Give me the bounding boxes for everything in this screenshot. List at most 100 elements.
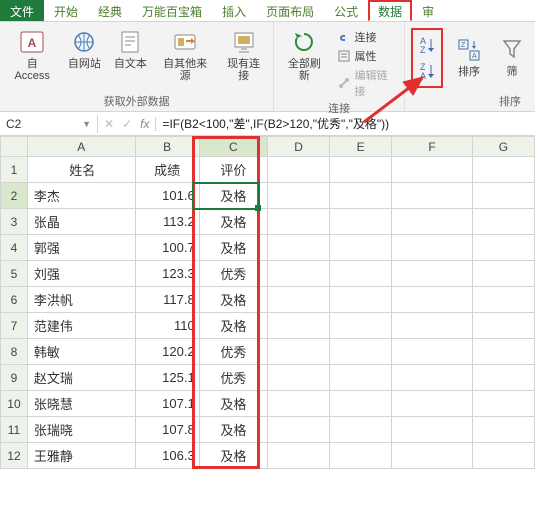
tab-layout[interactable]: 页面布局: [256, 0, 324, 21]
chevron-down-icon[interactable]: ▼: [82, 119, 91, 129]
cell[interactable]: [392, 287, 473, 313]
cell[interactable]: [472, 417, 534, 443]
cell[interactable]: [392, 235, 473, 261]
cell[interactable]: [472, 261, 534, 287]
cell[interactable]: 优秀: [199, 339, 267, 365]
refresh-all-button[interactable]: 全部刷新: [280, 26, 328, 84]
cell[interactable]: 张晶: [27, 209, 135, 235]
cell[interactable]: [267, 287, 329, 313]
cell[interactable]: [392, 443, 473, 469]
cell[interactable]: [472, 391, 534, 417]
cell[interactable]: [267, 313, 329, 339]
cell[interactable]: [267, 157, 329, 183]
cell[interactable]: 113.2: [135, 209, 199, 235]
from-other-button[interactable]: 自其他来源: [156, 26, 214, 84]
cell[interactable]: 王雅静: [27, 443, 135, 469]
row-header[interactable]: 7: [1, 313, 28, 339]
cell[interactable]: 125.1: [135, 365, 199, 391]
filter-button[interactable]: 筛: [495, 34, 529, 80]
cell[interactable]: [330, 391, 392, 417]
cell[interactable]: 及格: [199, 443, 267, 469]
cell[interactable]: 赵文瑞: [27, 365, 135, 391]
cell[interactable]: [472, 235, 534, 261]
cell[interactable]: [392, 183, 473, 209]
cell[interactable]: [392, 391, 473, 417]
cell[interactable]: [330, 235, 392, 261]
row-header[interactable]: 1: [1, 157, 28, 183]
col-header-A[interactable]: A: [27, 137, 135, 157]
select-all-corner[interactable]: [1, 137, 28, 157]
cell[interactable]: [472, 287, 534, 313]
cell[interactable]: [392, 157, 473, 183]
cell[interactable]: 及格: [199, 287, 267, 313]
cell[interactable]: 107.1: [135, 391, 199, 417]
cell[interactable]: [267, 391, 329, 417]
row-header[interactable]: 3: [1, 209, 28, 235]
edit-links-button[interactable]: 编辑链接: [335, 66, 398, 100]
row-header[interactable]: 5: [1, 261, 28, 287]
cell[interactable]: [267, 417, 329, 443]
col-header-D[interactable]: D: [267, 137, 329, 157]
cell[interactable]: 韩敏: [27, 339, 135, 365]
name-box[interactable]: C2 ▼: [0, 115, 98, 133]
properties-button[interactable]: 属性: [335, 47, 398, 65]
row-header[interactable]: 10: [1, 391, 28, 417]
cell[interactable]: [472, 365, 534, 391]
cell[interactable]: [267, 235, 329, 261]
cell[interactable]: 123.3: [135, 261, 199, 287]
cell[interactable]: [472, 313, 534, 339]
cell[interactable]: 姓名: [27, 157, 135, 183]
cell[interactable]: 及格: [199, 183, 267, 209]
tab-start[interactable]: 开始: [44, 0, 88, 21]
cell[interactable]: [330, 157, 392, 183]
cell[interactable]: 成绩: [135, 157, 199, 183]
row-header[interactable]: 8: [1, 339, 28, 365]
cell[interactable]: 优秀: [199, 365, 267, 391]
cell[interactable]: [267, 443, 329, 469]
confirm-formula-icon[interactable]: ✓: [122, 117, 132, 131]
cell[interactable]: [330, 313, 392, 339]
cell[interactable]: [330, 261, 392, 287]
cell[interactable]: 107.8: [135, 417, 199, 443]
cell[interactable]: [392, 313, 473, 339]
tab-data[interactable]: 数据: [368, 0, 412, 21]
fx-icon[interactable]: fx: [140, 117, 149, 131]
row-header[interactable]: 2: [1, 183, 28, 209]
cell[interactable]: [392, 209, 473, 235]
cell[interactable]: [267, 209, 329, 235]
cell[interactable]: [472, 443, 534, 469]
sort-dialog-button[interactable]: ZA 排序: [449, 34, 489, 80]
cell[interactable]: 110: [135, 313, 199, 339]
cell[interactable]: [392, 339, 473, 365]
cell[interactable]: 优秀: [199, 261, 267, 287]
sort-asc-button[interactable]: AZ: [417, 35, 437, 55]
cell[interactable]: [267, 339, 329, 365]
row-header[interactable]: 12: [1, 443, 28, 469]
cell[interactable]: [472, 339, 534, 365]
cell[interactable]: 117.8: [135, 287, 199, 313]
cell[interactable]: [392, 365, 473, 391]
cell[interactable]: [472, 157, 534, 183]
cell[interactable]: [267, 365, 329, 391]
cell[interactable]: [330, 287, 392, 313]
cell[interactable]: 及格: [199, 391, 267, 417]
cell[interactable]: [267, 183, 329, 209]
connections-button[interactable]: 连接: [335, 28, 398, 46]
col-header-C[interactable]: C: [199, 137, 267, 157]
col-header-F[interactable]: F: [392, 137, 473, 157]
cell[interactable]: [392, 261, 473, 287]
from-web-button[interactable]: 自网站: [64, 26, 104, 72]
cell[interactable]: 及格: [199, 417, 267, 443]
existing-conn-button[interactable]: 现有连接: [220, 26, 267, 84]
cell[interactable]: 张瑞晓: [27, 417, 135, 443]
row-header[interactable]: 11: [1, 417, 28, 443]
cell[interactable]: 李洪帆: [27, 287, 135, 313]
cell[interactable]: [330, 365, 392, 391]
col-header-B[interactable]: B: [135, 137, 199, 157]
col-header-E[interactable]: E: [330, 137, 392, 157]
cell[interactable]: 范建伟: [27, 313, 135, 339]
cell[interactable]: 101.6: [135, 183, 199, 209]
from-access-button[interactable]: A 自 Access: [6, 26, 58, 84]
row-header[interactable]: 6: [1, 287, 28, 313]
tab-file[interactable]: 文件: [0, 0, 44, 21]
